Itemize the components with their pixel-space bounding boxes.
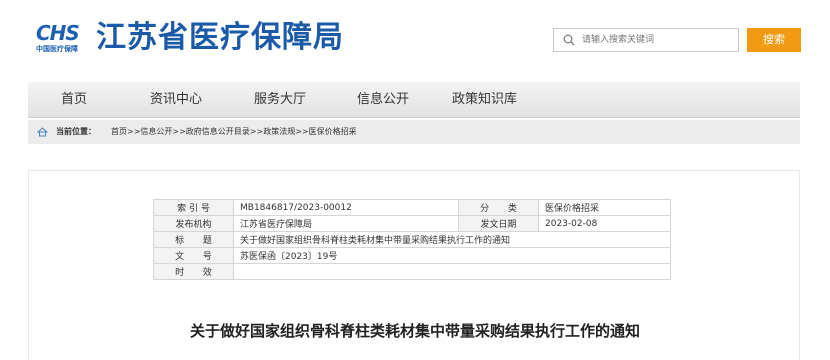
date-value: 2023-02-08 [538,215,671,232]
logo-mark: CHS [36,21,80,45]
nav-item-services[interactable]: 服务大厅 [254,82,306,118]
breadcrumb-label: 当前位置： [56,127,96,136]
search-box [553,28,739,52]
validity-label: 时 效 [153,263,234,280]
search-button[interactable]: 搜索 [747,28,801,52]
breadcrumb: 当前位置： 首页>>信息公开>>政府信息公开目录>>政策法规>>医保价格招采 [28,120,800,144]
nav-item-disclosure[interactable]: 信息公开 [357,82,409,118]
docno-value: 苏医保函〔2023〕19号 [233,247,671,264]
validity-value [233,263,671,280]
nav-item-policy-library[interactable]: 政策知识库 [452,82,517,118]
table-row: 标 题 关于做好国家组织骨科脊柱类耗材集中带量采购结果执行工作的通知 [153,231,671,248]
site-title: 江苏省医疗保障局 [96,20,344,55]
table-row: 时 效 [153,263,671,280]
document-meta-table: 索 引 号 MB1846817/2023-00012 分 类 医保价格招采 发布… [153,199,671,280]
table-row: 文 号 苏医保函〔2023〕19号 [153,247,671,264]
home-icon [37,127,48,137]
index-label: 索 引 号 [153,199,234,216]
site-logo[interactable]: CHS 中国医疗保障 [36,22,90,56]
title-value: 关于做好国家组织骨科脊柱类耗材集中带量采购结果执行工作的通知 [233,231,671,248]
category-label: 分 类 [458,199,539,216]
nav-item-news[interactable]: 资讯中心 [150,82,202,118]
docno-label: 文 号 [153,247,234,264]
site-header: CHS 中国医疗保障 江苏省医疗保障局 搜索 [0,0,830,82]
index-value: MB1846817/2023-00012 [233,199,459,216]
search-icon [563,34,575,46]
table-row: 索 引 号 MB1846817/2023-00012 分 类 医保价格招采 [153,199,671,216]
logo-subtitle: 中国医疗保障 [36,45,78,53]
date-label: 发文日期 [458,215,539,232]
publisher-value: 江苏省医疗保障局 [233,215,459,232]
search-input[interactable] [582,32,732,48]
table-row: 发布机构 江苏省医疗保障局 发文日期 2023-02-08 [153,215,671,232]
main-nav: 首页 资讯中心 服务大厅 信息公开 政策知识库 [28,82,800,118]
category-value: 医保价格招采 [538,199,671,216]
breadcrumb-path[interactable]: 首页>>信息公开>>政府信息公开目录>>政策法规>>医保价格招采 [111,120,357,144]
document-title: 关于做好国家组织骨科脊柱类耗材集中带量采购结果执行工作的通知 [189,322,640,340]
publisher-label: 发布机构 [153,215,234,232]
title-label: 标 题 [153,231,234,248]
nav-item-home[interactable]: 首页 [61,82,87,118]
